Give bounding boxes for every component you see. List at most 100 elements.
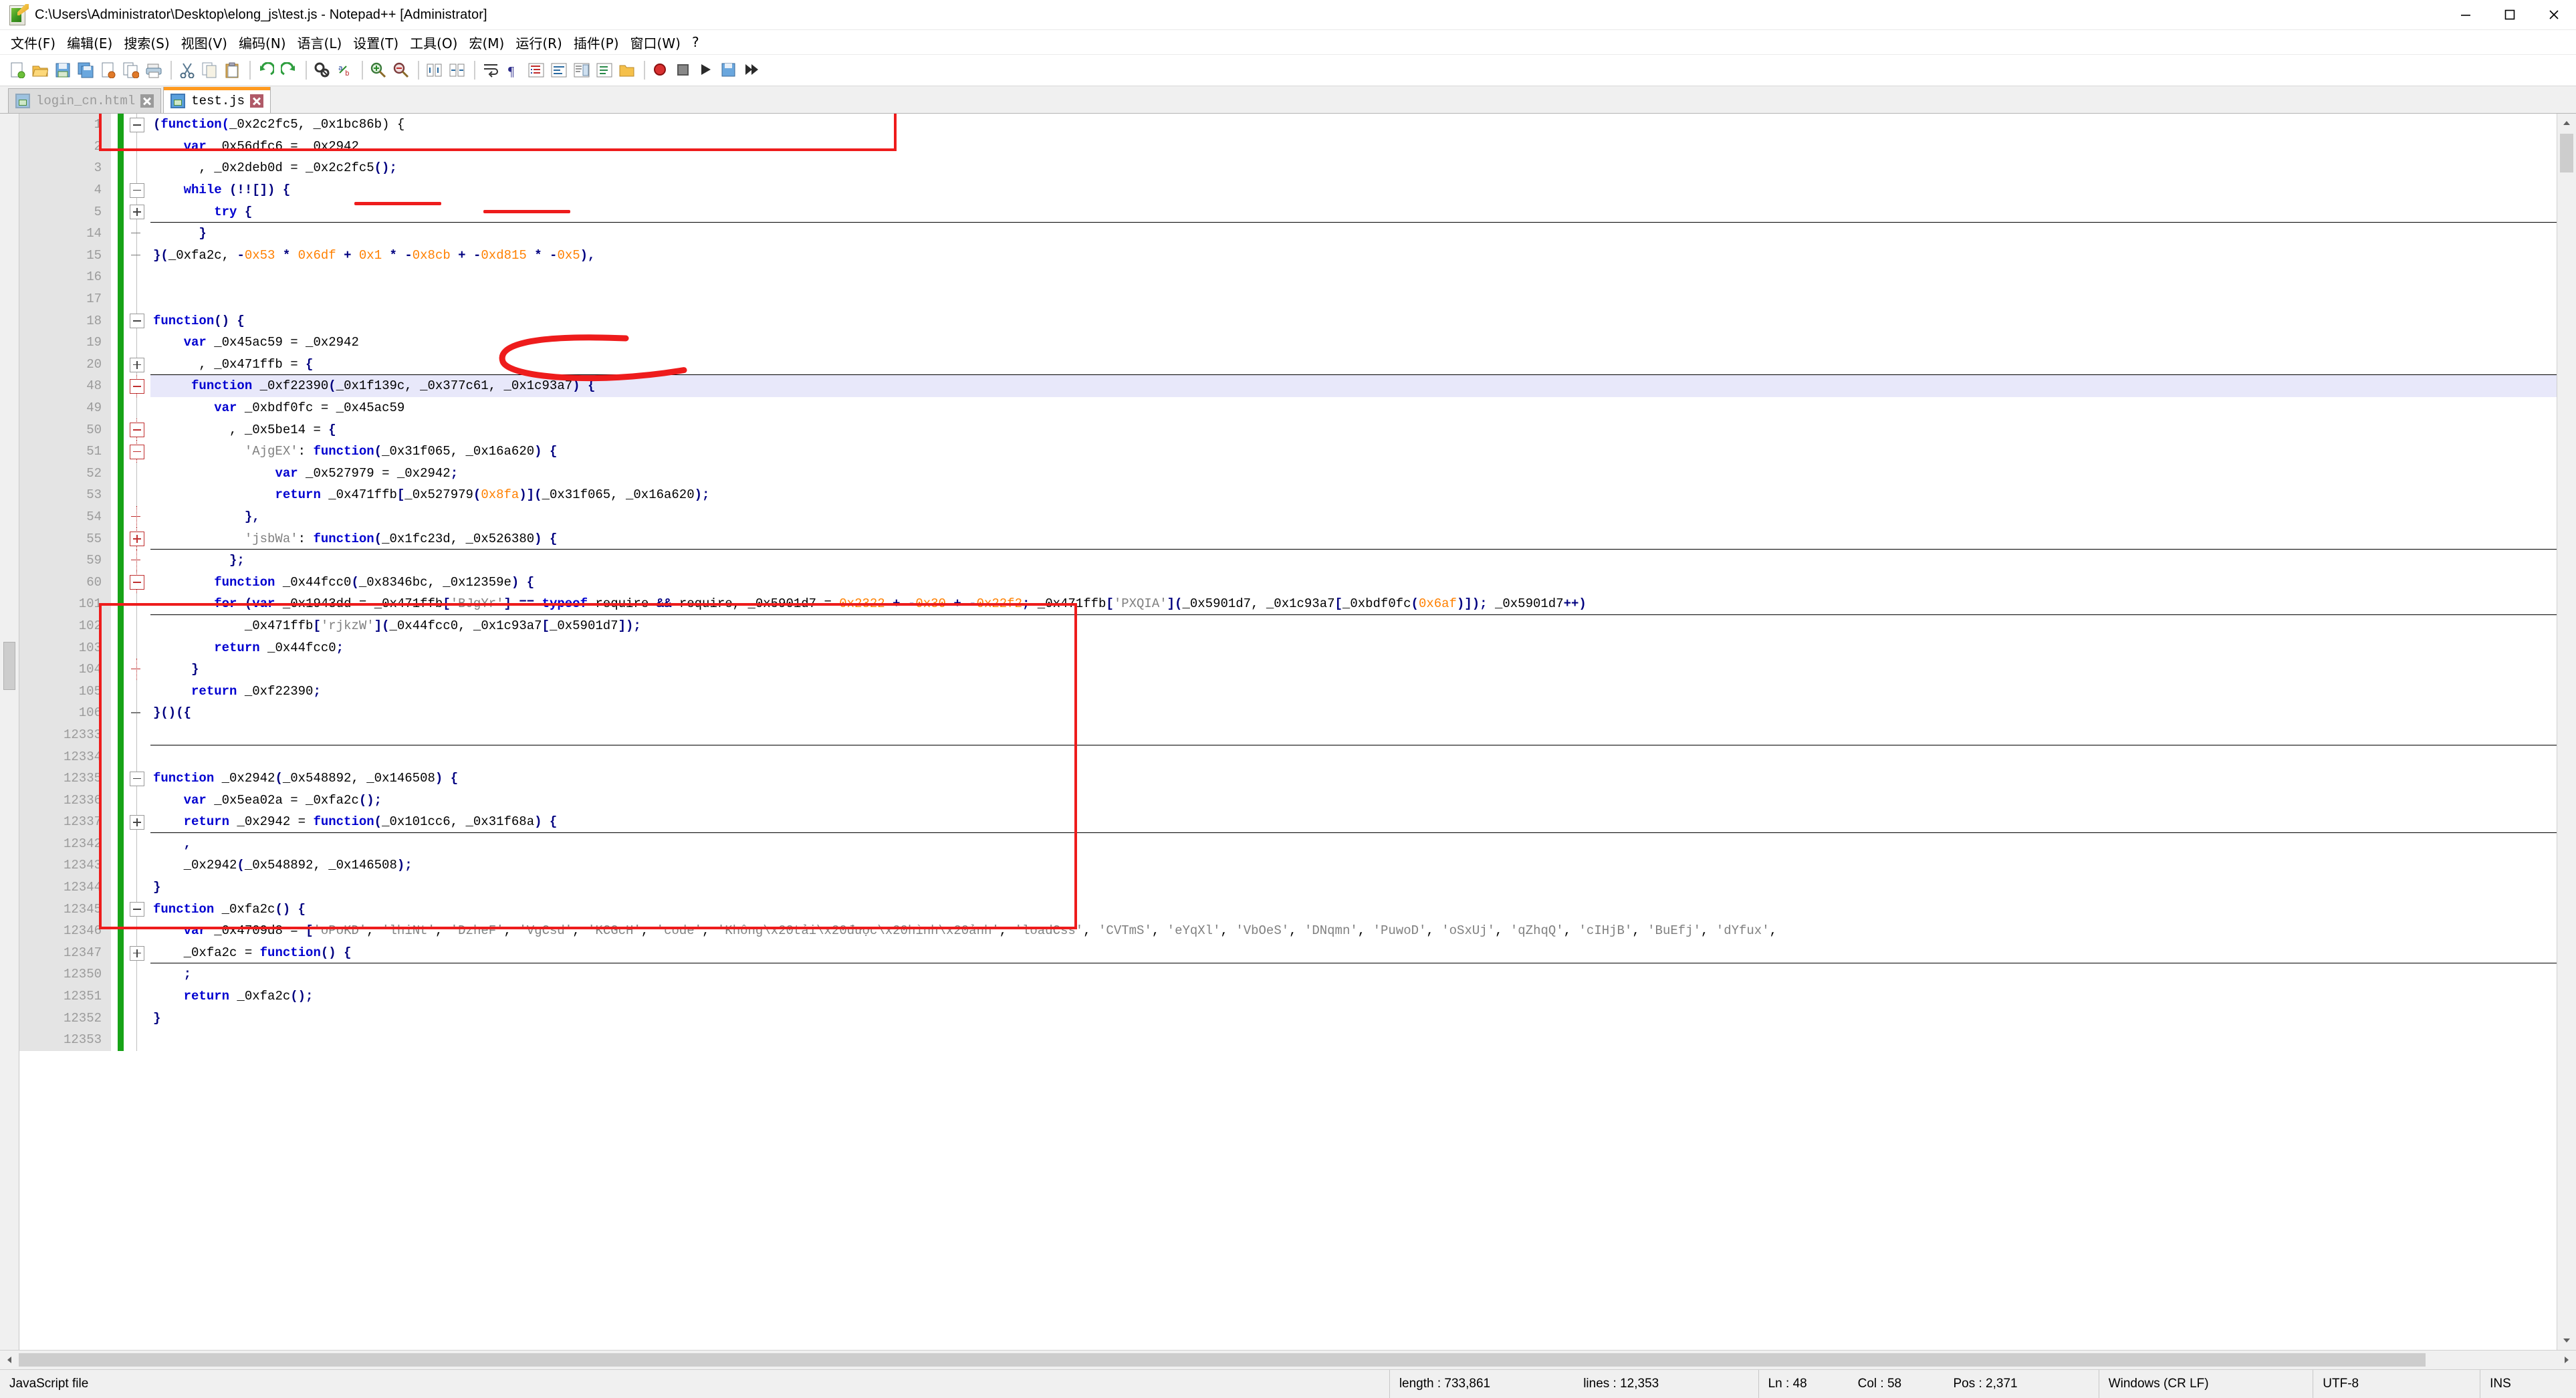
fold-margin[interactable] [124,114,150,136]
vertical-scrollbar[interactable] [2557,114,2576,1350]
fold-margin[interactable] [124,745,150,768]
code-text[interactable] [150,266,160,287]
code-line[interactable]: 60 function _0x44fcc0(_0x8346bc, _0x1235… [19,571,2557,594]
code-text[interactable]: 'AjgEX': function(_0x31f065, _0x16a620) … [150,441,558,462]
cut-icon[interactable] [177,60,198,81]
fold-margin[interactable] [124,702,150,724]
bookmark-margin[interactable] [111,266,118,288]
bookmark-margin[interactable] [111,157,118,179]
code-line[interactable]: 17 [19,287,2557,310]
code-text[interactable] [150,724,160,745]
bookmark-margin[interactable] [111,549,118,572]
scroll-up-icon[interactable] [2557,114,2576,132]
bookmark-margin[interactable] [111,614,118,637]
bookmark-margin[interactable] [111,287,118,310]
code-text[interactable]: function _0xf22390(_0x1f139c, _0x377c61,… [150,375,595,396]
macro-stop-icon[interactable] [673,60,694,81]
code-text[interactable]: }; [150,550,245,571]
code-text[interactable]: return _0x471ffb[_0x527979(0x8fa)](_0x31… [150,484,709,505]
code-text[interactable]: function _0x44fcc0(_0x8346bc, _0x12359e)… [150,572,534,593]
menu-file[interactable]: 文件(F) [5,31,61,53]
fold-margin[interactable] [124,331,150,354]
sync-vertical-scroll-icon[interactable] [424,60,445,81]
fold-expand-icon[interactable] [130,815,144,830]
code-text[interactable]: return _0xf22390; [150,681,321,702]
fold-expand-icon[interactable] [130,532,144,547]
code-line[interactable]: 12336 var _0x5ea02a = _0xfa2c(); [19,789,2557,811]
bookmark-margin[interactable] [111,135,118,158]
code-line[interactable]: 12337 return _0x2942 = function(_0x101cc… [19,811,2557,833]
open-file-icon[interactable] [29,60,51,81]
code-line[interactable]: 49 var _0xbdf0fc = _0x45ac59 [19,396,2557,419]
fold-expand-icon[interactable] [130,357,144,372]
fold-margin[interactable] [124,310,150,332]
fold-margin[interactable] [124,854,150,877]
code-text[interactable]: var _0x4709d8 = ['oPoKD', 'lhiNt', 'Dzhe… [150,920,1784,941]
code-text[interactable]: return _0x2942 = function(_0x101cc6, _0x… [150,811,558,832]
fold-margin[interactable] [124,375,150,397]
menu-run[interactable]: 运行(R) [510,31,568,53]
bookmark-margin[interactable] [111,201,118,223]
fold-collapse-icon[interactable] [130,575,144,590]
code-text[interactable]: ; [150,963,191,985]
bookmark-margin[interactable] [111,222,118,245]
code-text[interactable]: _0x2942(_0x548892, _0x146508); [150,854,413,876]
user-defined-dialog-icon[interactable] [548,60,570,81]
menu-macro[interactable]: 宏(M) [463,31,509,53]
bookmark-margin[interactable] [111,484,118,506]
fold-margin[interactable] [124,571,150,594]
fold-margin[interactable] [124,396,150,419]
fold-margin[interactable] [124,287,150,310]
code-line[interactable]: 19 var _0x45ac59 = _0x2942 [19,331,2557,354]
menu-view[interactable]: 视图(V) [176,31,233,53]
fold-margin[interactable] [124,832,150,855]
code-text[interactable]: var _0x45ac59 = _0x2942 [150,332,359,353]
bookmark-margin[interactable] [111,1007,118,1029]
code-line[interactable]: 106}()({ [19,702,2557,724]
minimize-button[interactable] [2444,0,2488,29]
fold-margin[interactable] [124,222,150,245]
menu-edit[interactable]: 编辑(E) [62,31,118,53]
fold-margin[interactable] [124,811,150,833]
fold-margin[interactable] [124,767,150,790]
sync-horizontal-scroll-icon[interactable] [447,60,468,81]
fold-margin[interactable] [124,658,150,681]
bookmark-margin[interactable] [111,919,118,942]
copy-icon[interactable] [199,60,221,81]
code-line[interactable]: 104 } [19,658,2557,681]
bookmark-margin[interactable] [111,702,118,724]
code-text[interactable]: (function(_0x2c2fc5, _0x1bc86b) { [150,114,404,135]
find-icon[interactable] [312,60,333,81]
code-line[interactable]: 52 var _0x527979 = _0x2942; [19,462,2557,485]
bookmark-margin[interactable] [111,941,118,964]
code-line[interactable]: 55 'jsbWa': function(_0x1fc23d, _0x52638… [19,528,2557,550]
paste-icon[interactable] [222,60,243,81]
code-line[interactable]: 54 }, [19,505,2557,528]
code-line[interactable]: 14 } [19,222,2557,245]
bookmark-margin[interactable] [111,745,118,768]
menu-encoding[interactable]: 编码(N) [233,31,291,53]
code-line[interactable]: 16 [19,266,2557,288]
fold-margin[interactable] [124,353,150,376]
code-text[interactable]: }()({ [150,702,191,723]
code-line[interactable]: 48 function _0xf22390(_0x1f139c, _0x377c… [19,375,2557,397]
fold-margin[interactable] [124,528,150,550]
fold-collapse-icon[interactable] [130,183,144,198]
code-line[interactable]: 1 (function(_0x2c2fc5, _0x1bc86b) { [19,114,2557,136]
fold-margin[interactable] [124,941,150,964]
scroll-down-icon[interactable] [2557,1331,2576,1350]
zoom-in-icon[interactable] [368,60,389,81]
code-text[interactable]: try { [150,201,252,223]
code-text[interactable]: 'jsbWa': function(_0x1fc23d, _0x526380) … [150,528,558,550]
bookmark-margin[interactable] [111,658,118,681]
fold-margin[interactable] [124,462,150,485]
menu-language[interactable]: 语言(L) [292,31,348,53]
save-all-icon[interactable] [75,60,96,81]
code-line[interactable]: 12333 [19,723,2557,746]
fold-margin[interactable] [124,244,150,267]
macro-playback-icon[interactable] [695,60,717,81]
fold-collapse-icon[interactable] [130,314,144,329]
code-line[interactable]: 12347 _0xfa2c = function() { [19,941,2557,964]
fold-margin[interactable] [124,789,150,811]
code-text[interactable]: } [150,659,199,680]
